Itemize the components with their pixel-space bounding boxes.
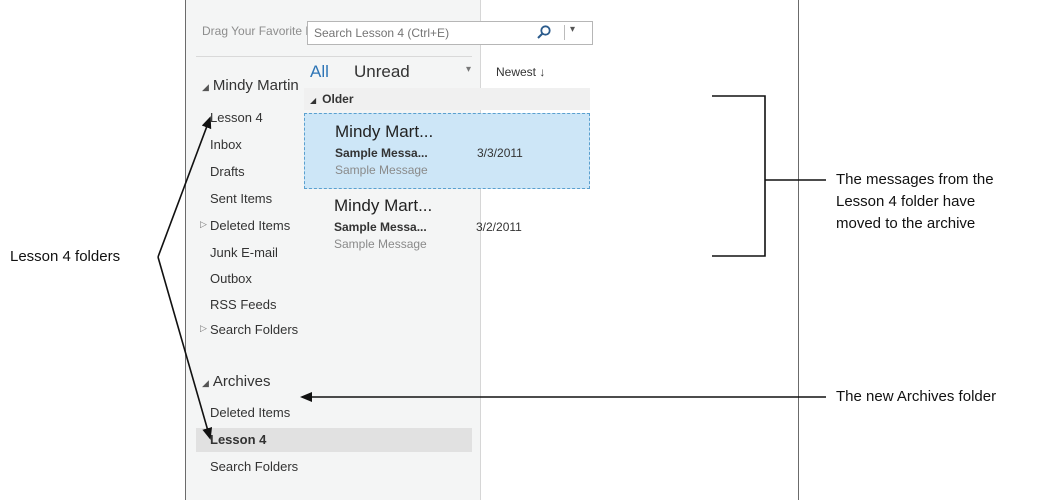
callout-messages-line-1: The messages from the xyxy=(836,171,994,188)
arrow-to-lesson-4 xyxy=(157,116,212,258)
callout-lines xyxy=(157,95,826,440)
callout-lesson-4-folders: Lesson 4 folders xyxy=(10,248,121,265)
callout-new-archives-folder: The new Archives folder xyxy=(836,388,997,405)
callout-messages-line-3: moved to the archive xyxy=(836,215,976,232)
messages-bracket xyxy=(712,95,766,257)
callout-messages-line-2: Lesson 4 folder have xyxy=(836,193,976,210)
arrow-to-archive-lesson-4 xyxy=(157,256,213,440)
